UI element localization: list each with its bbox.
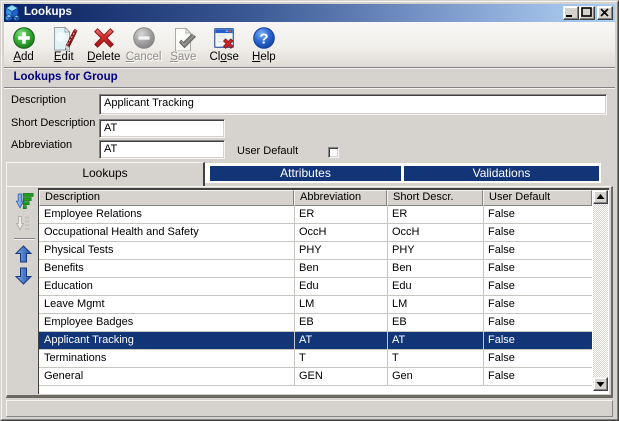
svg-text:?: ?: [259, 30, 268, 47]
